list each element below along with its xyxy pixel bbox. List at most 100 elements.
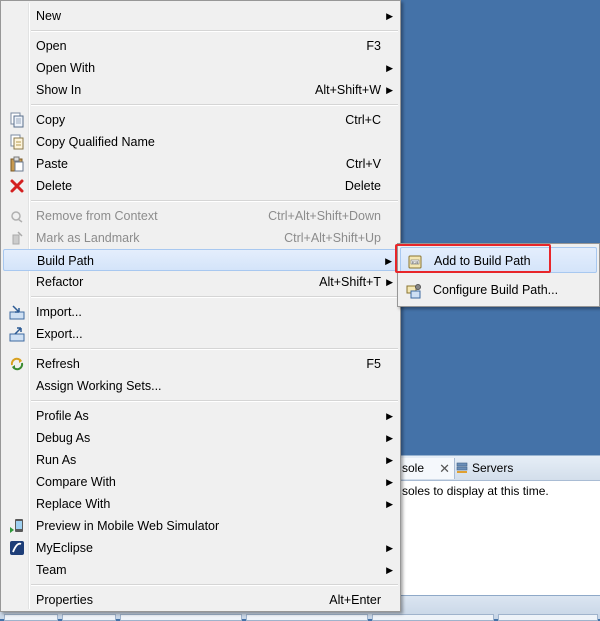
menu-item-assign-working-sets[interactable]: Assign Working Sets... bbox=[3, 375, 398, 397]
menu-item-mark-as-landmark[interactable]: Mark as Landmark Ctrl+Alt+Shift+Up bbox=[3, 227, 398, 249]
menu-item-label: Open bbox=[36, 39, 67, 53]
copy-icon bbox=[9, 112, 25, 128]
servers-icon bbox=[456, 460, 468, 473]
chevron-right-icon: ▶ bbox=[386, 277, 393, 287]
menu-item-label: Assign Working Sets... bbox=[36, 379, 162, 393]
menu-item-run-as[interactable]: Run As ▶ bbox=[3, 449, 398, 471]
console-panel: sole ✕ Servers soles to display at this … bbox=[398, 455, 600, 596]
menu-item-preview-mobile[interactable]: Preview in Mobile Web Simulator bbox=[3, 515, 398, 537]
menu-item-copy[interactable]: Copy Ctrl+C bbox=[3, 109, 398, 131]
menu-item-compare-with[interactable]: Compare With ▶ bbox=[3, 471, 398, 493]
tab-console[interactable]: sole ✕ bbox=[398, 458, 455, 479]
menu-item-team[interactable]: Team ▶ bbox=[3, 559, 398, 581]
chevron-right-icon: ▶ bbox=[386, 477, 393, 487]
tab-servers-label: Servers bbox=[472, 461, 514, 475]
paste-icon bbox=[9, 156, 25, 172]
menu-item-label: Remove from Context bbox=[36, 209, 158, 223]
menu-item-label: Build Path bbox=[37, 254, 94, 268]
menu-item-import[interactable]: Import... bbox=[3, 301, 398, 323]
menu-separator bbox=[31, 200, 398, 202]
menu-item-open[interactable]: Open F3 bbox=[3, 35, 398, 57]
menu-item-shortcut: Delete bbox=[344, 179, 381, 193]
chevron-right-icon: ▶ bbox=[386, 433, 393, 443]
menu-item-label: Open With bbox=[36, 61, 96, 75]
menu-item-shortcut: F5 bbox=[366, 357, 381, 371]
menu-item-shortcut: Alt+Enter bbox=[329, 593, 381, 607]
highlight-annotation bbox=[395, 244, 551, 273]
menu-item-label: Copy Qualified Name bbox=[36, 135, 155, 149]
configure-build-path-icon bbox=[406, 282, 422, 299]
menu-item-paste[interactable]: Paste Ctrl+V bbox=[3, 153, 398, 175]
editor-area bbox=[402, 0, 600, 455]
submenu-item-label: Configure Build Path... bbox=[433, 283, 559, 297]
delete-icon bbox=[9, 178, 25, 194]
menu-item-label: Preview in Mobile Web Simulator bbox=[36, 519, 220, 533]
tab-console-label: sole bbox=[402, 461, 425, 475]
menu-item-copy-qualified-name[interactable]: Copy Qualified Name bbox=[3, 131, 398, 153]
menu-item-shortcut: Ctrl+Alt+Shift+Down bbox=[268, 209, 381, 223]
landmark-icon bbox=[9, 230, 25, 246]
menu-item-remove-from-context[interactable]: Remove from Context Ctrl+Alt+Shift+Down bbox=[3, 205, 398, 227]
close-icon[interactable]: ✕ bbox=[439, 458, 450, 479]
menu-item-shortcut: Alt+Shift+T bbox=[319, 275, 381, 289]
export-icon bbox=[9, 326, 25, 342]
myeclipse-icon bbox=[9, 540, 25, 556]
menu-item-debug-as[interactable]: Debug As ▶ bbox=[3, 427, 398, 449]
menu-item-refresh[interactable]: Refresh F5 bbox=[3, 353, 398, 375]
chevron-right-icon: ▶ bbox=[386, 455, 393, 465]
copy-qualified-name-icon bbox=[9, 134, 25, 150]
menu-item-label: Import... bbox=[36, 305, 82, 319]
console-tab-bar: sole ✕ Servers bbox=[398, 456, 600, 481]
menu-separator bbox=[31, 104, 398, 106]
submenu-item-configure-build-path[interactable]: Configure Build Path... bbox=[400, 277, 597, 303]
menu-item-label: Team bbox=[36, 563, 67, 577]
menu-item-label: Profile As bbox=[36, 409, 89, 423]
menu-item-refactor[interactable]: Refactor Alt+Shift+T ▶ bbox=[3, 271, 398, 293]
tab-servers[interactable]: Servers bbox=[452, 458, 517, 479]
menu-item-open-with[interactable]: Open With ▶ bbox=[3, 57, 398, 79]
menu-separator bbox=[31, 400, 398, 402]
remove-context-icon bbox=[9, 208, 25, 224]
import-icon bbox=[9, 304, 25, 320]
menu-item-label: Mark as Landmark bbox=[36, 231, 140, 245]
menu-item-shortcut: Ctrl+C bbox=[345, 113, 381, 127]
chevron-right-icon: ▶ bbox=[386, 499, 393, 509]
menu-item-label: Run As bbox=[36, 453, 77, 467]
chevron-right-icon: ▶ bbox=[385, 256, 392, 266]
menu-item-label: Show In bbox=[36, 83, 82, 97]
menu-item-shortcut: Ctrl+V bbox=[345, 157, 381, 171]
menu-item-label: Export... bbox=[36, 327, 83, 341]
menu-item-shortcut: Alt+Shift+W bbox=[315, 83, 381, 97]
menu-item-shortcut: Ctrl+Alt+Shift+Up bbox=[284, 231, 381, 245]
menu-item-label: MyEclipse bbox=[36, 541, 93, 555]
chevron-right-icon: ▶ bbox=[386, 63, 393, 73]
refresh-icon bbox=[9, 356, 25, 372]
menu-item-profile-as[interactable]: Profile As ▶ bbox=[3, 405, 398, 427]
menu-item-label: Refresh bbox=[36, 357, 80, 371]
menu-item-label: Debug As bbox=[36, 431, 91, 445]
console-message: soles to display at this time. bbox=[402, 484, 549, 498]
menu-separator bbox=[31, 584, 398, 586]
menu-item-label: Replace With bbox=[36, 497, 111, 511]
chevron-right-icon: ▶ bbox=[386, 85, 393, 95]
menu-item-label: Paste bbox=[36, 157, 68, 171]
menu-item-myeclipse[interactable]: MyEclipse ▶ bbox=[3, 537, 398, 559]
menu-item-label: Compare With bbox=[36, 475, 116, 489]
menu-item-label: Copy bbox=[36, 113, 66, 127]
menu-item-delete[interactable]: Delete Delete bbox=[3, 175, 398, 197]
menu-item-export[interactable]: Export... bbox=[3, 323, 398, 345]
chevron-right-icon: ▶ bbox=[386, 411, 393, 421]
menu-separator bbox=[31, 348, 398, 350]
menu-item-properties[interactable]: Properties Alt+Enter bbox=[3, 589, 398, 611]
chevron-right-icon: ▶ bbox=[386, 565, 393, 575]
menu-item-new[interactable]: New ▶ bbox=[3, 5, 398, 27]
menu-separator bbox=[31, 296, 398, 298]
chevron-right-icon: ▶ bbox=[386, 11, 393, 21]
menu-item-label: New bbox=[36, 9, 62, 23]
menu-item-label: Refactor bbox=[36, 275, 84, 289]
context-menu: New ▶ Open F3 Open With ▶ Show In Alt+Shift+… bbox=[0, 0, 401, 612]
menu-item-build-path[interactable]: Build Path ▶ bbox=[3, 249, 398, 271]
menu-item-label: Properties bbox=[36, 593, 93, 607]
menu-item-replace-with[interactable]: Replace With ▶ bbox=[3, 493, 398, 515]
menu-item-show-in[interactable]: Show In Alt+Shift+W ▶ bbox=[3, 79, 398, 101]
